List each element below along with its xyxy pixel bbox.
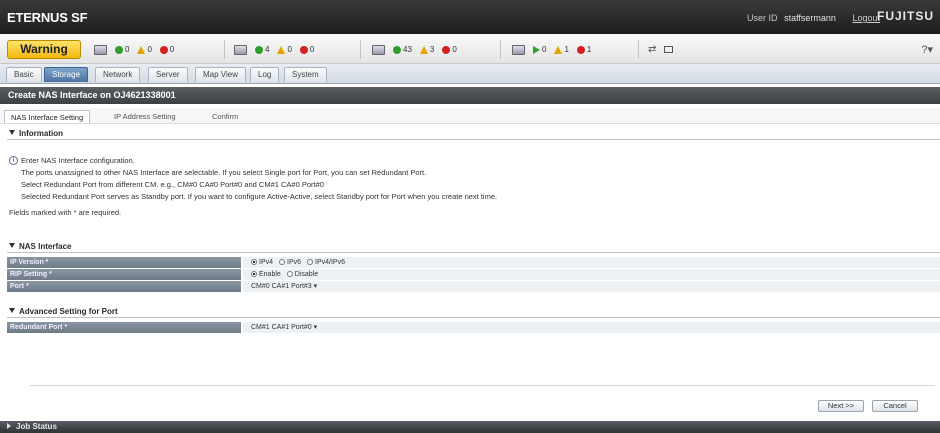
ip-version-label: IP Version * — [7, 257, 241, 268]
info-line: Select Redundant Port from different CM.… — [21, 180, 324, 189]
redundant-port-label: Redundant Port * — [7, 322, 241, 333]
tab-basic[interactable]: Basic — [6, 67, 42, 82]
overall-status-badge[interactable]: Warning — [7, 40, 81, 59]
tab-log[interactable]: Log — [250, 67, 280, 82]
user-id-label: User ID — [747, 13, 778, 23]
normal-icon — [255, 45, 263, 54]
error-icon — [159, 45, 168, 54]
switch-icon — [234, 44, 247, 55]
storage-status-group[interactable]: 43 3 0 — [372, 42, 457, 57]
info-line: Enter NAS Interface configuration. — [21, 156, 135, 165]
network-icon[interactable]: ⇄ — [648, 44, 656, 55]
switch-normal-count: 4 — [265, 45, 270, 54]
server-status-group[interactable]: 0 0 0 — [94, 42, 174, 57]
rip-setting-row: RIP Setting * Enable Disable — [7, 269, 940, 280]
ip-version-dual-radio[interactable]: IPv4/IPv6 — [307, 257, 345, 268]
port-label: Port * — [7, 281, 241, 292]
step-ip-address-setting: IP Address Setting — [114, 112, 176, 121]
brand-logo: ETERNUS SF — [7, 10, 88, 25]
server-warning-count: 0 — [147, 45, 152, 54]
tool-icons: ⇄ — [648, 42, 674, 57]
collapse-icon — [9, 130, 15, 135]
information-panel: i Enter NAS Interface configuration. The… — [7, 142, 940, 231]
cancel-button[interactable]: Cancel — [872, 400, 918, 412]
tab-network[interactable]: Network — [95, 67, 141, 82]
tab-map-view[interactable]: Map View — [195, 67, 246, 82]
ip-version-ipv4-radio[interactable]: IPv4 — [251, 257, 273, 268]
job-status-group[interactable]: 0 1 1 — [512, 42, 591, 57]
nas-interface-header[interactable]: NAS Interface — [7, 240, 940, 253]
job-error-count: 1 — [586, 45, 592, 54]
rip-disable-radio[interactable]: Disable — [286, 269, 318, 280]
warning-icon — [419, 45, 428, 54]
info-icon: i — [9, 156, 18, 165]
rip-setting-options: Enable Disable — [243, 269, 940, 280]
ip-version-row: IP Version * IPv4 IPv6 IPv4/IPv6 — [7, 257, 940, 268]
normal-icon — [393, 45, 401, 54]
job-running-count: 0 — [542, 45, 547, 54]
logout-link[interactable]: Logout — [852, 13, 880, 23]
switch-warning-count: 0 — [287, 45, 292, 54]
port-field: CM#0 CA#1 Port#3 — [243, 281, 940, 292]
collapse-icon — [9, 243, 15, 248]
expand-icon — [7, 423, 11, 429]
ip-version-options: IPv4 IPv6 IPv4/IPv6 — [243, 257, 940, 268]
tab-storage[interactable]: Storage — [44, 67, 89, 82]
divider — [500, 40, 501, 59]
divider — [638, 40, 639, 59]
error-icon — [299, 45, 308, 54]
tab-system[interactable]: System — [284, 67, 327, 82]
wizard-steps: NAS Interface Setting IP Address Setting… — [0, 108, 940, 124]
help-icon[interactable]: ?▾ — [921, 43, 933, 56]
storage-icon — [372, 44, 385, 55]
server-icon — [94, 44, 107, 55]
divider — [224, 40, 225, 59]
next-button[interactable]: Next >> — [818, 400, 864, 412]
error-icon — [442, 45, 451, 54]
main-nav: Basic Storage Network Server Map View Lo… — [0, 64, 940, 84]
switch-status-group[interactable]: 4 0 0 — [234, 42, 314, 57]
page-title: Create NAS Interface on OJ4621338001 — [0, 87, 940, 104]
info-line: The ports unassigned to other NAS Interf… — [21, 168, 427, 177]
error-icon — [576, 45, 585, 54]
information-header[interactable]: Information — [7, 127, 940, 140]
redundant-port-select[interactable]: CM#1 CA#1 Port#0 — [251, 322, 317, 333]
storage-normal-count: 43 — [403, 45, 412, 54]
divider — [30, 385, 935, 386]
warning-icon — [277, 45, 286, 54]
job-status-bar[interactable]: Job Status — [0, 421, 940, 433]
user-box: User ID staffsermann Logout — [747, 13, 880, 23]
user-id-value: staffsermann — [784, 13, 836, 23]
top-bar: ETERNUS SF User ID staffsermann Logout F… — [0, 0, 940, 34]
step-nas-interface-setting: NAS Interface Setting — [4, 110, 91, 123]
job-icon — [512, 44, 525, 55]
required-note: Fields marked with * are required. — [9, 208, 122, 217]
redundant-port-field: CM#1 CA#1 Port#0 — [243, 322, 940, 333]
storage-error-count: 0 — [452, 45, 457, 54]
redundant-port-row: Redundant Port * CM#1 CA#1 Port#0 — [7, 322, 940, 333]
running-icon — [533, 45, 540, 54]
switch-error-count: 0 — [309, 45, 315, 54]
warning-icon — [137, 45, 146, 54]
server-normal-count: 0 — [125, 45, 130, 54]
warning-icon — [554, 45, 563, 54]
normal-icon — [115, 45, 123, 54]
port-select[interactable]: CM#0 CA#1 Port#3 — [251, 281, 317, 292]
port-row: Port * CM#0 CA#1 Port#3 — [7, 281, 940, 292]
server-error-count: 0 — [169, 45, 175, 54]
advanced-setting-header[interactable]: Advanced Setting for Port — [7, 305, 940, 318]
rip-enable-radio[interactable]: Enable — [251, 269, 281, 280]
vendor-logo: FUJITSU — [876, 9, 934, 23]
rip-setting-label: RIP Setting * — [7, 269, 241, 280]
info-line: Selected Redundant Port serves as Standb… — [21, 192, 498, 201]
status-bar: Warning 0 0 0 4 0 0 43 3 0 0 1 1 ⇄ ?▾ — [0, 34, 940, 64]
collapse-icon — [9, 308, 15, 313]
job-warning-count: 1 — [564, 45, 569, 54]
tab-server[interactable]: Server — [148, 67, 188, 82]
divider — [360, 40, 361, 59]
storage-warning-count: 3 — [429, 45, 435, 54]
ip-version-ipv6-radio[interactable]: IPv6 — [279, 257, 301, 268]
step-confirm: Confirm — [212, 112, 239, 121]
window-icon[interactable] — [664, 46, 674, 53]
